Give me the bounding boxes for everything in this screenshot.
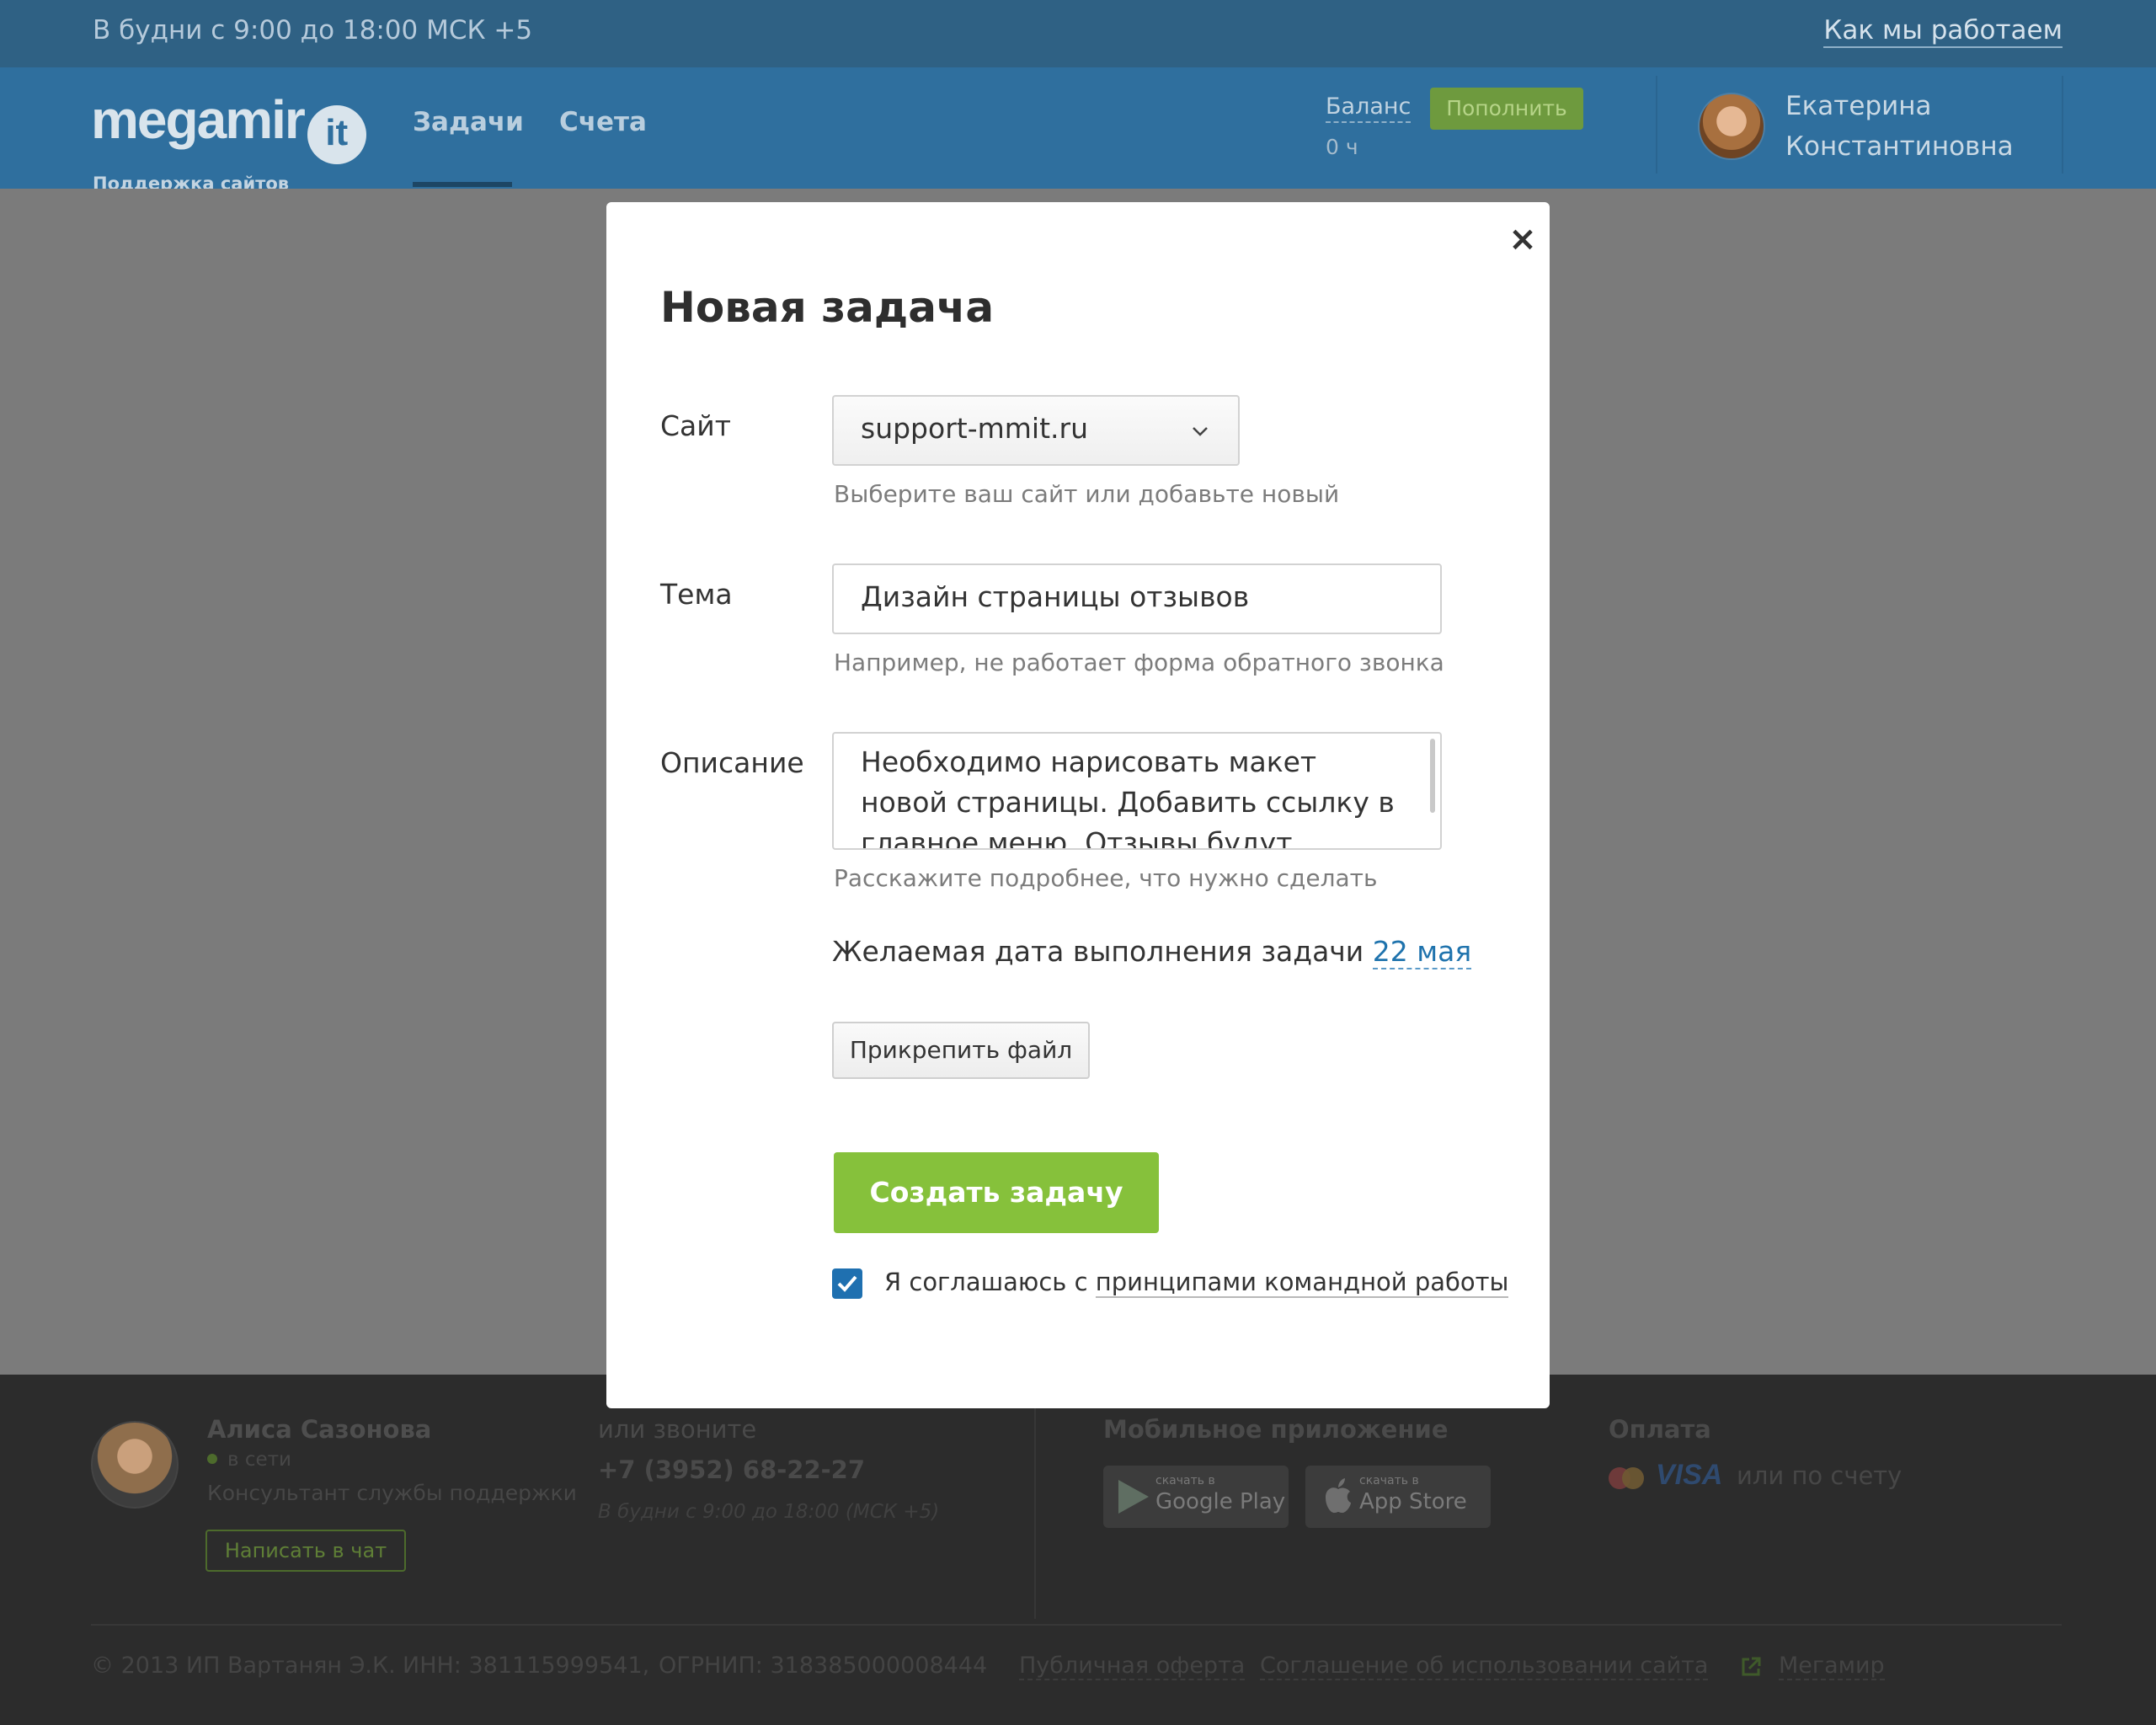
footer-bottom-divider xyxy=(91,1624,2062,1626)
description-hint: Расскажите подробнее, что нужно сделать xyxy=(834,864,1378,892)
apple-icon xyxy=(1326,1478,1351,1514)
description-label: Описание xyxy=(660,746,804,779)
topic-hint: Например, не работает форма обратного зв… xyxy=(834,649,1444,676)
agree-prefix: Я соглашаюсь с xyxy=(884,1268,1088,1296)
new-task-modal: × Новая задача Сайт support-mmit.ru Выбе… xyxy=(606,202,1550,1408)
close-icon[interactable]: × xyxy=(1502,219,1543,259)
google-play-small-text: скачать в xyxy=(1155,1474,1215,1487)
checkmark-icon xyxy=(837,1275,857,1292)
user-last-name: Константиновна xyxy=(1785,131,2014,162)
teamwork-principles-link[interactable]: принципами командной работы xyxy=(1095,1268,1509,1298)
topic-input-value: Дизайн страницы отзывов xyxy=(861,580,1250,613)
user-first-name: Екатерина xyxy=(1785,91,1932,121)
user-divider-left xyxy=(1656,76,1657,174)
consultant-role: Консультант службы поддержки xyxy=(207,1481,577,1505)
topic-input[interactable]: Дизайн страницы отзывов xyxy=(832,563,1442,634)
consultant-status-text: в сети xyxy=(227,1449,292,1471)
google-play-text: Google Play xyxy=(1155,1489,1286,1514)
mobile-app-title: Мобильное приложение xyxy=(1103,1415,1449,1444)
site-agreement-link[interactable]: Соглашение об использовании сайта xyxy=(1260,1653,1709,1680)
how-we-work-link[interactable]: Как мы работаем xyxy=(1823,15,2063,49)
app-store-button[interactable]: скачать в App Store xyxy=(1305,1466,1491,1528)
topic-label: Тема xyxy=(660,578,733,611)
inn: ИНН: 381115999541, xyxy=(403,1653,650,1679)
app-store-text: App Store xyxy=(1359,1489,1467,1514)
main-header: megamir it Поддержка сайтов Задачи Счета … xyxy=(0,67,2156,194)
copyright: © 2013 ИП Вартанян Э.К. xyxy=(91,1653,396,1679)
site-label: Сайт xyxy=(660,409,731,442)
footer-divider xyxy=(1034,1408,1036,1619)
logo[interactable]: megamir it Поддержка сайтов xyxy=(91,93,366,194)
or-call-label: или звоните xyxy=(598,1415,757,1444)
working-hours: В будни с 9:00 до 18:00 МСК +5 xyxy=(93,15,533,45)
visa-logo: VISA xyxy=(1656,1459,1723,1491)
pay-by-bill: или по счету xyxy=(1737,1461,1903,1490)
mastercard-icon xyxy=(1609,1467,1644,1489)
due-date-picker[interactable]: 22 мая xyxy=(1372,935,1472,969)
online-dot-icon xyxy=(207,1454,217,1464)
balance-value: 0 ч xyxy=(1326,135,1358,159)
site-select-value: support-mmit.ru xyxy=(861,412,1088,445)
google-play-icon xyxy=(1118,1480,1149,1514)
site-select[interactable]: support-mmit.ru xyxy=(832,395,1240,466)
due-date-row: Желаемая дата выполнения задачи 22 мая xyxy=(832,935,1472,969)
ogrnip: ОГРНИП: 318385000008444 xyxy=(659,1653,988,1679)
top-info-bar: В будни с 9:00 до 18:00 МСК +5 Как мы ра… xyxy=(0,0,2156,67)
support-phone[interactable]: +7 (3952) 68-22-27 xyxy=(598,1455,865,1484)
megamir-link[interactable]: Мегамир xyxy=(1779,1653,1885,1680)
phone-hours: В будни с 9:00 до 18:00 (МСК +5) xyxy=(598,1501,940,1523)
create-task-button[interactable]: Создать задачу xyxy=(834,1152,1159,1233)
logo-wordmark: megamir xyxy=(91,89,306,150)
app-store-small-text: скачать в xyxy=(1359,1474,1419,1487)
attach-file-button[interactable]: Прикрепить файл xyxy=(832,1022,1090,1079)
agree-text: Я соглашаюсь с принципами командной рабо… xyxy=(884,1268,1509,1298)
user-name[interactable]: Екатерина Константиновна xyxy=(1785,86,2014,167)
consultant-status: в сети xyxy=(207,1449,291,1471)
user-divider-right xyxy=(2062,76,2063,174)
due-date-label: Желаемая дата выполнения задачи xyxy=(832,935,1364,968)
logo-it-badge: it xyxy=(307,105,366,164)
chat-button[interactable]: Написать в чат xyxy=(205,1530,406,1572)
consultant-name: Алиса Сазонова xyxy=(207,1415,432,1444)
chevron-down-icon xyxy=(1193,427,1208,436)
consultant-avatar xyxy=(91,1421,179,1509)
external-link-icon xyxy=(1742,1657,1761,1676)
description-textarea[interactable]: Необходимо нарисовать макет новой страни… xyxy=(832,732,1442,850)
balance-label[interactable]: Баланс xyxy=(1326,93,1412,123)
public-offer-link[interactable]: Публичная оферта xyxy=(1019,1653,1246,1680)
description-scrollbar[interactable] xyxy=(1430,739,1435,813)
modal-title: Новая задача xyxy=(660,283,995,332)
topup-button[interactable]: Пополнить xyxy=(1430,88,1583,130)
nav-active-indicator xyxy=(413,182,512,187)
nav-tasks[interactable]: Задачи xyxy=(413,107,524,137)
nav-bills[interactable]: Счета xyxy=(559,107,647,137)
description-value: Необходимо нарисовать макет новой страни… xyxy=(861,745,1395,850)
site-hint: Выберите ваш сайт или добавьте новый xyxy=(834,480,1340,508)
user-avatar[interactable] xyxy=(1698,93,1765,160)
agree-checkbox[interactable] xyxy=(832,1268,862,1299)
google-play-button[interactable]: скачать в Google Play xyxy=(1103,1466,1289,1528)
footer: Алиса Сазонова в сети Консультант службы… xyxy=(0,1375,2156,1725)
payment-title: Оплата xyxy=(1609,1415,1711,1444)
